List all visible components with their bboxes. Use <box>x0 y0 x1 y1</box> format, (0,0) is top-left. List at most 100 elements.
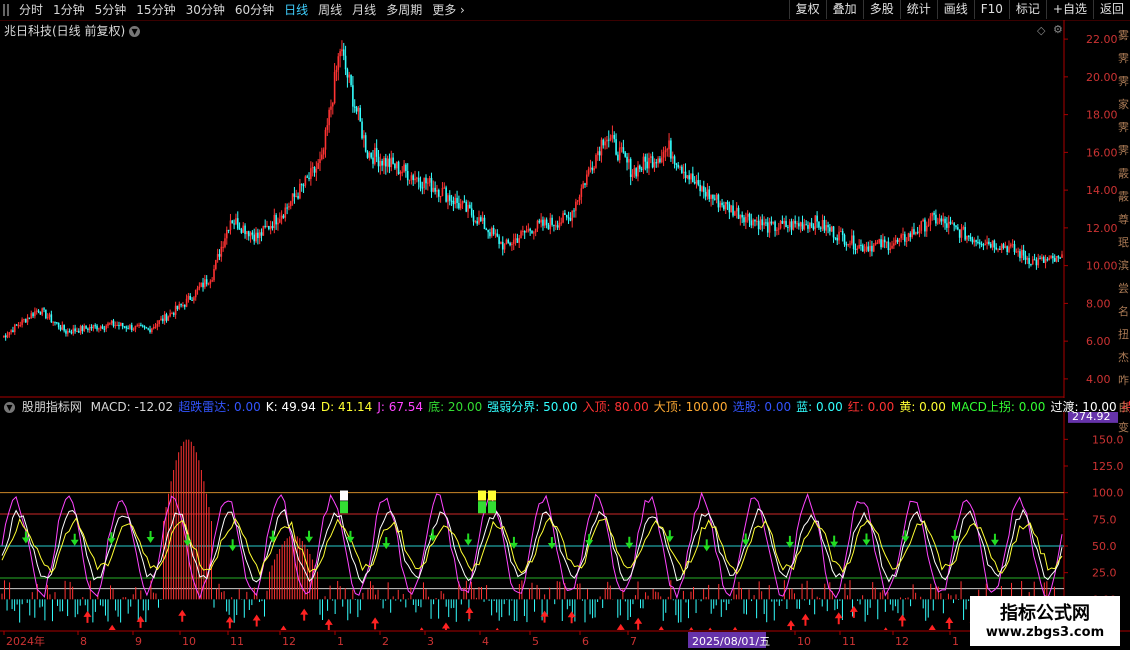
candle-body <box>512 239 515 244</box>
candle-body <box>947 221 950 228</box>
candle-body <box>48 314 51 318</box>
period-tab-0[interactable]: 分时 <box>14 0 48 20</box>
candle-body <box>333 71 336 104</box>
candle-body <box>112 320 115 326</box>
toolbar-button-2[interactable]: 多股 <box>862 0 900 19</box>
candle-body <box>1015 251 1018 253</box>
candle-body <box>496 233 499 237</box>
candle-body <box>920 221 923 231</box>
candle-body <box>163 314 166 322</box>
candle-body <box>50 314 53 323</box>
candle-body <box>99 326 102 329</box>
candle-body <box>377 156 380 167</box>
toolbar-button-1[interactable]: 叠加 <box>825 0 863 19</box>
time-label: 2 <box>382 635 389 648</box>
candle-body <box>746 213 749 217</box>
candle-body <box>297 196 299 199</box>
candle-body <box>905 241 908 243</box>
sell-arrow-icon <box>382 537 391 550</box>
toolbar-grip[interactable] <box>0 0 12 20</box>
candle-body <box>96 325 98 330</box>
period-tab-6[interactable]: 日线 <box>279 0 313 20</box>
candle-body <box>840 231 842 233</box>
toolbar-button-0[interactable]: 复权 <box>788 0 826 19</box>
candle-body <box>401 171 404 173</box>
candle-body <box>211 280 213 282</box>
candle-body <box>321 154 323 160</box>
buy-arrow-icon <box>178 609 187 622</box>
sell-arrow-icon <box>585 534 594 547</box>
candle-body <box>61 325 64 330</box>
candle-body <box>889 248 892 251</box>
candle-body <box>368 152 371 158</box>
candle-body <box>390 157 393 168</box>
buy-arrow-icon <box>801 613 810 626</box>
candle-body <box>98 328 100 330</box>
candle-body <box>76 331 78 333</box>
period-tab-8[interactable]: 月线 <box>347 0 381 20</box>
period-tab-10[interactable]: 更多 › <box>427 0 470 20</box>
toolbar-button-8[interactable]: 返回 <box>1092 0 1130 19</box>
candle-body <box>489 232 491 237</box>
candle-body <box>1048 257 1051 261</box>
period-tab-7[interactable]: 周线 <box>313 0 347 20</box>
period-tab-2[interactable]: 5分钟 <box>90 0 132 20</box>
candle-body <box>275 214 277 225</box>
candle-body <box>821 219 824 229</box>
candle-body <box>757 220 760 230</box>
toolbar-right-buttons: 复权 叠加 多股 统计 画线 F10 标记 +自选 返回 <box>788 0 1130 19</box>
candle-body <box>962 227 965 229</box>
toolbar-button-4[interactable]: 画线 <box>936 0 974 19</box>
toolbar-button-6[interactable]: 标记 <box>1008 0 1046 19</box>
candle-body <box>653 162 656 168</box>
candle-body <box>1010 244 1012 247</box>
toolbar-button-3[interactable]: 统计 <box>899 0 937 19</box>
buy-arrow-icon <box>465 606 474 619</box>
period-tab-9[interactable]: 多周期 <box>381 0 427 20</box>
candle-body <box>792 220 795 230</box>
candle-body <box>304 176 307 186</box>
candle-body <box>730 205 733 213</box>
candle-body <box>348 74 351 78</box>
sell-arrow-icon <box>228 539 237 552</box>
candle-body <box>904 234 906 242</box>
candle-body <box>803 224 806 230</box>
candle-body <box>754 219 756 222</box>
candle-body <box>606 139 608 142</box>
buy-arrow-icon <box>834 612 843 625</box>
period-tab-3[interactable]: 15分钟 <box>131 0 180 20</box>
candle-body <box>158 320 160 325</box>
candle-body <box>328 109 330 126</box>
price-tick-label: 14.00 <box>1086 184 1118 197</box>
candle-body <box>269 226 272 230</box>
candle-body <box>459 203 462 209</box>
candle-body <box>538 220 541 223</box>
candle-body <box>611 134 614 138</box>
candle-body <box>260 232 263 236</box>
candle-body <box>198 286 201 289</box>
candle-body <box>783 221 786 224</box>
period-tab-5[interactable]: 60分钟 <box>230 0 279 20</box>
candle-body <box>586 174 588 185</box>
candle-body <box>167 316 170 321</box>
candle-body <box>673 156 676 164</box>
candle-body <box>649 156 652 158</box>
toolbar-button-7[interactable]: +自选 <box>1045 0 1093 19</box>
candle-body <box>116 325 118 327</box>
candle-body <box>306 176 309 178</box>
period-tab-4[interactable]: 30分钟 <box>181 0 230 20</box>
candle-body <box>209 281 212 284</box>
toolbar-button-5[interactable]: F10 <box>973 0 1009 19</box>
candle-body <box>832 226 835 238</box>
candle-body <box>969 237 972 239</box>
candle-body <box>984 243 987 245</box>
candle-body <box>584 183 586 185</box>
candle-body <box>311 167 314 169</box>
candle-body <box>644 156 647 162</box>
period-tab-1[interactable]: 1分钟 <box>48 0 90 20</box>
time-label: 11 <box>230 635 244 648</box>
candle-body <box>165 314 168 321</box>
candle-body <box>6 334 9 338</box>
candle-body <box>799 222 802 227</box>
candle-body <box>1033 259 1036 261</box>
